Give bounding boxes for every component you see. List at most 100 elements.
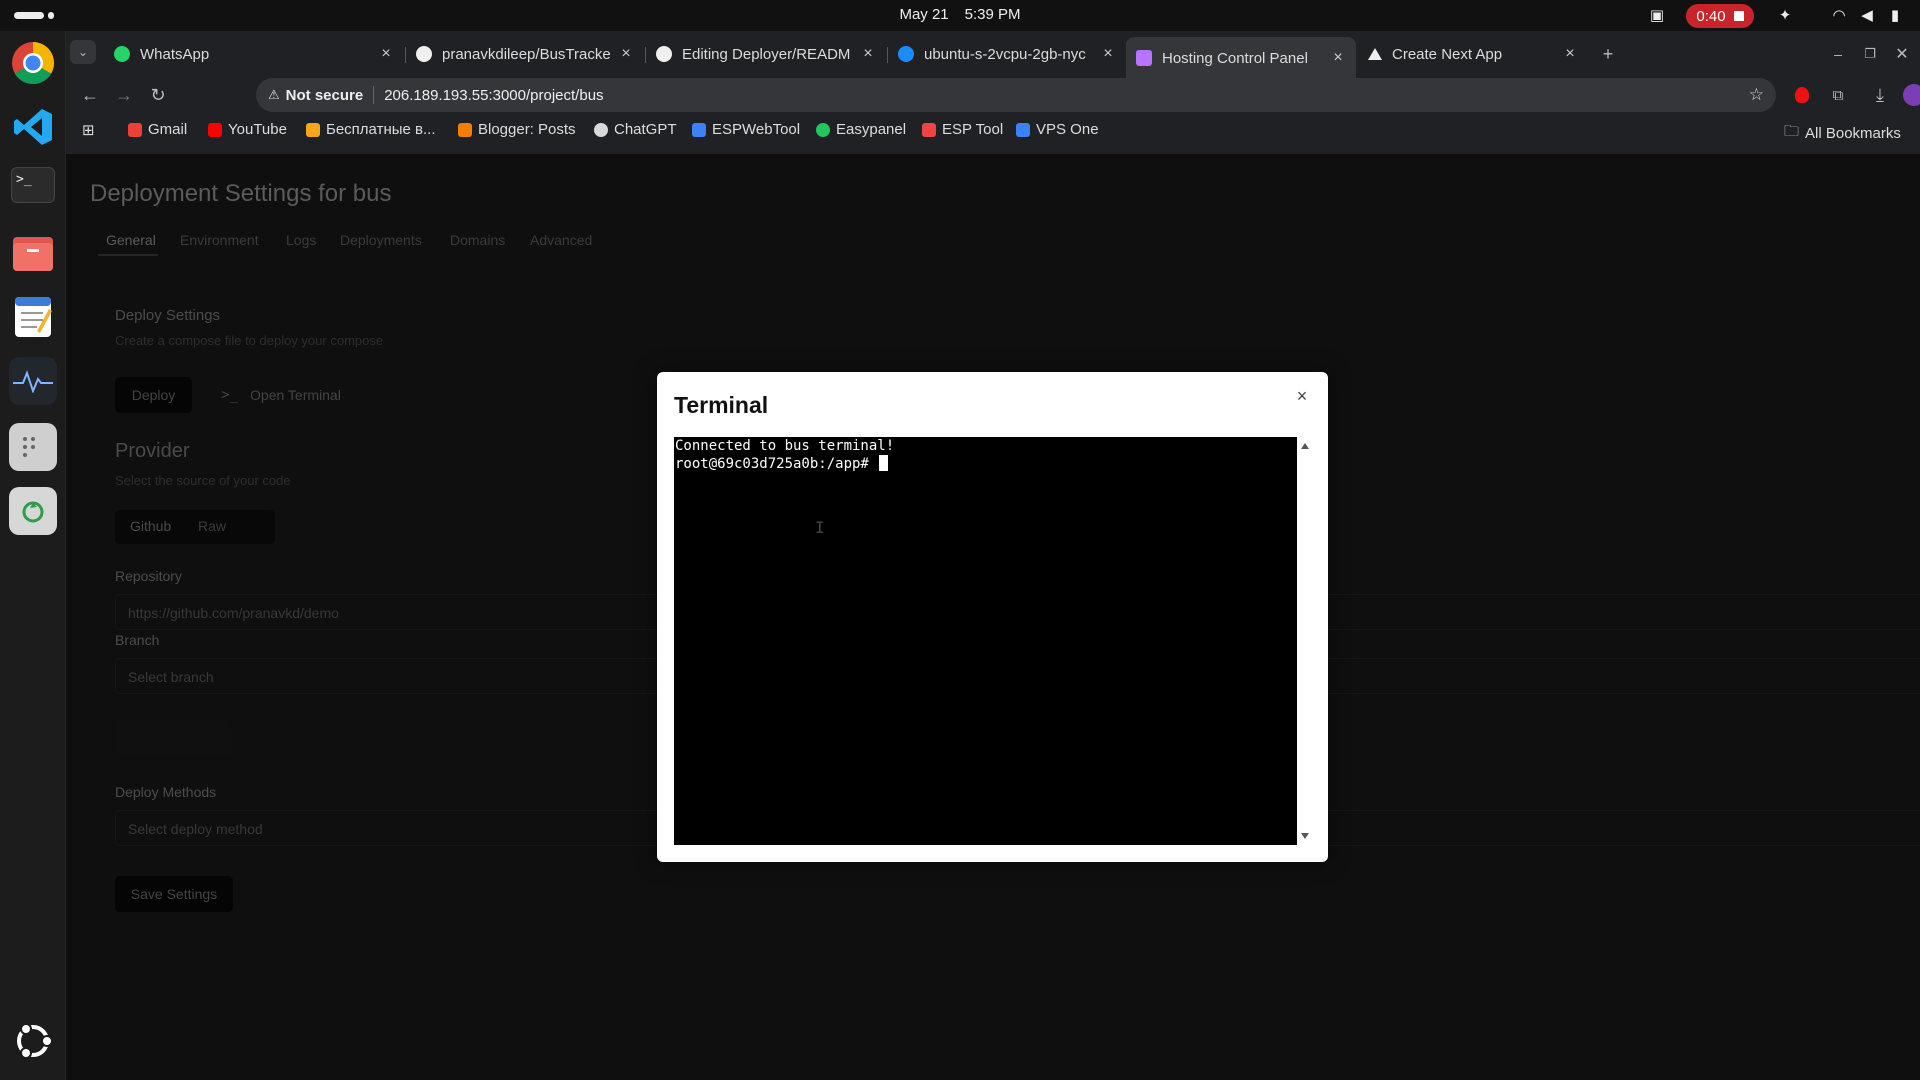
provider-raw[interactable]: Raw bbox=[198, 518, 226, 534]
provider-github[interactable]: Github bbox=[130, 518, 171, 534]
close-tab-icon[interactable]: × bbox=[1562, 45, 1578, 63]
bookmark-label: Gmail bbox=[148, 121, 188, 138]
volume-icon[interactable]: ◀ bbox=[1858, 6, 1876, 24]
terminal-modal: Terminal × Connected to bus terminal! ro… bbox=[657, 372, 1328, 862]
new-tab-icon[interactable]: + bbox=[1594, 40, 1622, 68]
apps-grid-icon[interactable] bbox=[9, 423, 57, 471]
recording-time: 0:40 bbox=[1696, 7, 1726, 25]
bookmark-easypanel[interactable]: Easypanel bbox=[816, 121, 906, 138]
bookmark-youtube[interactable]: YouTube bbox=[208, 121, 287, 138]
tab-title: Hosting Control Panel bbox=[1162, 49, 1308, 67]
extensions-icon[interactable]: ⧉ bbox=[1824, 81, 1852, 109]
address-bar[interactable]: ⚠ Not secure 206.189.193.55:3000/project… bbox=[256, 78, 1776, 112]
bookmark-label: VPS One bbox=[1036, 121, 1099, 138]
bookmark-blogger[interactable]: Blogger: Posts bbox=[458, 121, 576, 138]
forward-icon[interactable]: → bbox=[110, 81, 138, 109]
terminal-icon: >_ bbox=[221, 387, 239, 403]
bookmark-vpsone[interactable]: VPS One bbox=[1016, 121, 1099, 138]
chatgpt-icon bbox=[594, 122, 608, 137]
terminal-output[interactable]: Connected to bus terminal! root@69c03d72… bbox=[674, 437, 1297, 845]
accessibility-icon[interactable]: ✦ bbox=[1776, 6, 1794, 24]
tab-title: Editing Deployer/READM bbox=[682, 45, 851, 63]
download-icon[interactable]: ⤓ bbox=[1866, 81, 1894, 109]
blogger-icon bbox=[458, 122, 472, 137]
tab-deployments[interactable]: Deployments bbox=[340, 232, 422, 248]
tab-whatsapp[interactable]: WhatsApp × bbox=[104, 37, 404, 71]
tab-create-next-app[interactable]: Create Next App × bbox=[1358, 37, 1588, 71]
vite-icon bbox=[1136, 50, 1152, 66]
screen-recording-indicator[interactable]: 0:40 bbox=[1686, 4, 1754, 28]
whatsapp-icon bbox=[114, 46, 130, 62]
page-title: Deployment Settings for bus bbox=[90, 180, 392, 207]
provider-subtitle: Select the source of your code bbox=[115, 473, 291, 488]
bookmark-label: Бесплатные в... bbox=[326, 121, 436, 138]
next-icon bbox=[1368, 48, 1382, 60]
trash-icon[interactable] bbox=[9, 487, 57, 535]
bookmark-chatgpt[interactable]: ChatGPT bbox=[594, 121, 677, 138]
bookmark-label: ChatGPT bbox=[614, 121, 677, 138]
close-tab-icon[interactable]: × bbox=[1330, 49, 1346, 67]
bookmark-label: YouTube bbox=[228, 121, 287, 138]
open-terminal-button[interactable]: >_ Open Terminal bbox=[206, 377, 356, 413]
tab-advanced[interactable]: Advanced bbox=[530, 232, 592, 248]
ubuntu-icon[interactable] bbox=[9, 1017, 57, 1065]
close-icon[interactable]: × bbox=[1292, 386, 1312, 406]
save-settings-button[interactable]: Save Settings bbox=[115, 876, 233, 912]
bookmark-gmail[interactable]: Gmail bbox=[128, 121, 187, 138]
close-tab-icon[interactable]: × bbox=[1100, 45, 1116, 63]
terminal-prompt: root@69c03d725a0b:/app# bbox=[675, 456, 878, 472]
terminal-app-icon[interactable]: >_ bbox=[11, 167, 55, 203]
tab-title: Create Next App bbox=[1392, 45, 1503, 63]
close-tab-icon[interactable]: × bbox=[378, 45, 394, 63]
battery-icon[interactable]: ▮ bbox=[1886, 6, 1904, 24]
chrome-icon[interactable] bbox=[9, 39, 57, 87]
scroll-down-icon[interactable] bbox=[1301, 833, 1309, 839]
tab-general[interactable]: General bbox=[106, 232, 156, 248]
back-icon[interactable]: ← bbox=[76, 81, 104, 109]
tab-logs[interactable]: Logs bbox=[286, 232, 316, 248]
all-bookmarks[interactable]: 🗀 All Bookmarks bbox=[1784, 121, 1901, 146]
maximize-icon[interactable]: ❐ bbox=[1856, 40, 1884, 68]
profile-avatar[interactable] bbox=[1900, 81, 1920, 109]
blank-button[interactable] bbox=[115, 720, 231, 756]
deploy-button[interactable]: Deploy bbox=[115, 377, 192, 413]
bookmark-free[interactable]: Бесплатные в... bbox=[306, 121, 436, 138]
tab-environment[interactable]: Environment bbox=[180, 232, 259, 248]
tab-digitalocean[interactable]: ubuntu-s-2vcpu-2gb-nyc × bbox=[888, 37, 1126, 71]
github-icon bbox=[656, 46, 672, 62]
tab-domains[interactable]: Domains bbox=[450, 232, 505, 248]
bookmark-espwebtool[interactable]: ESPWebTool bbox=[692, 121, 800, 138]
close-window-icon[interactable]: ✕ bbox=[1888, 40, 1916, 68]
apps-icon[interactable]: ⊞ bbox=[82, 121, 95, 139]
bookmark-star-icon[interactable]: ☆ bbox=[1749, 85, 1764, 105]
bookmarks-bar: ⊞ Gmail YouTube Бесплатные в... Blogger:… bbox=[66, 116, 1920, 146]
minimize-icon[interactable]: – bbox=[1824, 40, 1852, 68]
tab-title: ubuntu-s-2vcpu-2gb-nyc bbox=[924, 45, 1086, 63]
terminal-scrollbar[interactable] bbox=[1298, 437, 1312, 845]
tab-title: WhatsApp bbox=[140, 45, 210, 63]
vscode-icon[interactable] bbox=[9, 103, 57, 151]
clock[interactable]: May 21 5:39 PM bbox=[0, 6, 1920, 23]
security-chip[interactable]: Not secure bbox=[286, 87, 364, 104]
tab-editing-readme[interactable]: Editing Deployer/READM × bbox=[646, 37, 886, 71]
files-icon[interactable] bbox=[9, 229, 57, 277]
wifi-icon[interactable]: ◠ bbox=[1830, 6, 1848, 24]
url-text[interactable]: 206.189.193.55:3000/project/bus bbox=[384, 87, 603, 104]
tab-github-bustracker[interactable]: pranavkdileep/BusTracke × bbox=[406, 37, 644, 71]
text-editor-icon[interactable] bbox=[9, 293, 57, 341]
github-icon bbox=[416, 46, 432, 62]
scroll-up-icon[interactable] bbox=[1301, 443, 1309, 449]
close-tab-icon[interactable]: × bbox=[618, 45, 634, 63]
tab-hosting-control-panel[interactable]: Hosting Control Panel × bbox=[1126, 37, 1356, 79]
close-tab-icon[interactable]: × bbox=[860, 45, 876, 63]
espwebtool-icon bbox=[692, 122, 706, 137]
youtube-icon bbox=[208, 122, 222, 137]
modal-title: Terminal bbox=[674, 392, 769, 418]
clipboard-icon[interactable]: ▣ bbox=[1648, 6, 1666, 24]
reload-icon[interactable]: ↻ bbox=[144, 81, 172, 109]
extension-red-icon[interactable] bbox=[1788, 81, 1816, 109]
tab-search-icon[interactable]: ⌄ bbox=[70, 40, 96, 64]
bookmark-esptool[interactable]: ESP Tool bbox=[922, 121, 1003, 138]
system-monitor-icon[interactable] bbox=[9, 357, 57, 405]
branch-label: Branch bbox=[115, 632, 160, 648]
